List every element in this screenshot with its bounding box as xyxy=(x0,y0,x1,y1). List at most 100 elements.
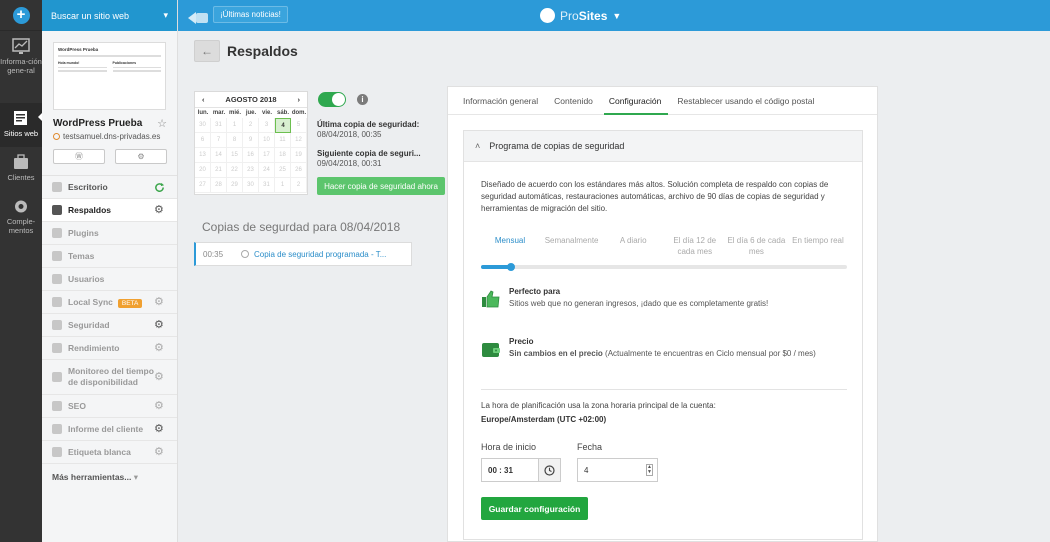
tab-overview[interactable]: Información general xyxy=(463,87,538,114)
calendar-day-selected[interactable]: 4 xyxy=(275,118,291,133)
gear-icon[interactable]: ⚙ xyxy=(154,400,165,412)
sidebar-item-escritorio[interactable]: Escritorio xyxy=(42,176,177,199)
calendar-day[interactable]: 27 xyxy=(195,178,211,193)
add-site-button[interactable]: + xyxy=(0,0,42,31)
sidebar-item-respaldos[interactable]: Respaldos ⚙ xyxy=(42,199,177,222)
rail-item-addons[interactable]: Comple-mentos xyxy=(0,191,42,241)
tab-restore[interactable]: Restablecer usando el código postal xyxy=(677,87,814,114)
calendar-day[interactable]: 20 xyxy=(195,163,211,178)
calendar-day[interactable]: 25 xyxy=(275,163,291,178)
gear-icon[interactable]: ⚙ xyxy=(154,446,165,458)
calendar-day[interactable]: 2 xyxy=(243,118,259,133)
sidebar-item-rendimiento[interactable]: Rendimiento ⚙ xyxy=(42,337,177,360)
refresh-icon[interactable] xyxy=(154,182,165,193)
calendar-day[interactable]: 9 xyxy=(243,133,259,148)
more-tools-label: Más herramientas... xyxy=(52,472,132,482)
calendar-day[interactable]: 19 xyxy=(291,148,307,163)
frequency-slider[interactable] xyxy=(481,263,847,271)
calendar-day[interactable]: 24 xyxy=(259,163,275,178)
users-icon xyxy=(52,274,62,284)
site-url-row[interactable]: testsamuel.dns-privadas.es xyxy=(53,132,177,141)
chevron-right-icon[interactable]: › xyxy=(297,95,300,104)
sidebar-item-monitoreo[interactable]: Monitoreo del tiempo de disponibilidad ⚙ xyxy=(42,360,177,395)
calendar-day[interactable]: 15 xyxy=(227,148,243,163)
calendar-day[interactable]: 5 xyxy=(291,118,307,133)
frequency-option-monthly[interactable]: Mensual xyxy=(481,235,539,257)
calendar-day[interactable]: 30 xyxy=(243,178,259,193)
calendar-day[interactable]: 6 xyxy=(195,133,211,148)
frequency-option-daily[interactable]: A diario xyxy=(604,235,662,257)
calendar-day[interactable]: 12 xyxy=(291,133,307,148)
calendar-day[interactable]: 1 xyxy=(275,178,291,193)
news-label: ¡Últimas noticias! xyxy=(220,10,281,19)
sidebar-item-seguridad[interactable]: Seguridad ⚙ xyxy=(42,314,177,337)
calendar-day[interactable]: 28 xyxy=(211,178,227,193)
backup-list-item[interactable]: 00:35 Copia de seguridad programada - T.… xyxy=(194,242,412,266)
calendar-day[interactable]: 10 xyxy=(259,133,275,148)
info-icon[interactable]: i xyxy=(357,94,368,105)
more-tools-button[interactable]: Más herramientas... ▾ xyxy=(42,464,177,491)
sidebar-item-usuarios[interactable]: Usuarios xyxy=(42,268,177,291)
calendar-day[interactable]: 2 xyxy=(291,178,307,193)
calendar-day[interactable]: 7 xyxy=(211,133,227,148)
tab-settings[interactable]: Configuración xyxy=(603,87,669,115)
calendar-day[interactable]: 31 xyxy=(211,118,227,133)
sidebar-item-local-sync[interactable]: Local Sync BETA ⚙ xyxy=(42,291,177,314)
gear-icon[interactable]: ⚙ xyxy=(154,371,165,383)
gear-icon[interactable]: ⚙ xyxy=(154,423,165,435)
calendar-day[interactable]: 30 xyxy=(195,118,211,133)
sidebar-item-temas[interactable]: Temas xyxy=(42,245,177,268)
site-thumbnail[interactable]: WordPress Prueba Hola mundo! Publicacion… xyxy=(53,42,166,110)
frequency-option-day12[interactable]: El día 12 de cada mes xyxy=(666,235,724,257)
chevron-left-icon[interactable]: ‹ xyxy=(202,95,205,104)
sidebar-item-plugins[interactable]: Plugins xyxy=(42,222,177,245)
slider-handle[interactable] xyxy=(507,263,515,271)
star-icon[interactable]: ☆ xyxy=(157,117,167,130)
rail-item-clients[interactable]: Clientes xyxy=(0,147,42,191)
wp-admin-button[interactable]: Ⓦ xyxy=(53,149,105,164)
gear-icon[interactable]: ⚙ xyxy=(154,342,165,354)
sidebar-item-seo[interactable]: SEO ⚙ xyxy=(42,395,177,418)
calendar-day[interactable]: 8 xyxy=(227,133,243,148)
gear-icon[interactable]: ⚙ xyxy=(154,204,165,216)
save-settings-button[interactable]: Guardar configuración xyxy=(481,497,588,520)
spinner-icon[interactable]: ▲ ▼ xyxy=(646,464,653,476)
calendar-day[interactable]: 26 xyxy=(291,163,307,178)
frequency-option-weekly[interactable]: Semanalmente xyxy=(543,235,601,257)
back-button[interactable]: ← xyxy=(194,40,220,62)
backup-now-button[interactable]: Hacer copia de seguridad ahora xyxy=(317,177,445,195)
section-header[interactable]: ˄ Programa de copias de seguridad xyxy=(464,131,862,162)
sidebar-item-etiqueta[interactable]: Etiqueta blanca ⚙ xyxy=(42,441,177,464)
frequency-option-day6[interactable]: El día 6 de cada mes xyxy=(727,235,785,257)
site-search-dropdown[interactable]: Buscar un sitio web ▾ xyxy=(42,0,177,31)
tab-content[interactable]: Contenido xyxy=(554,87,593,114)
calendar-day[interactable]: 16 xyxy=(243,148,259,163)
rail-item-overview[interactable]: Informa-ción gene-ral xyxy=(0,31,42,103)
frequency-option-realtime[interactable]: En tiempo real xyxy=(789,235,847,257)
site-settings-button[interactable]: ⚙ xyxy=(115,149,167,164)
calendar-day[interactable]: 29 xyxy=(227,178,243,193)
gear-icon[interactable]: ⚙ xyxy=(154,319,165,331)
calendar-day[interactable]: 13 xyxy=(195,148,211,163)
calendar-day[interactable]: 17 xyxy=(259,148,275,163)
gear-icon[interactable]: ⚙ xyxy=(154,296,165,308)
calendar-day[interactable]: 21 xyxy=(211,163,227,178)
date-input[interactable]: 4 ▲ ▼ xyxy=(577,458,658,482)
news-button[interactable]: ¡Últimas noticias! xyxy=(213,6,288,23)
start-time-input[interactable]: 00 : 31 xyxy=(481,458,561,482)
backup-enabled-toggle[interactable] xyxy=(318,92,346,107)
calendar-day[interactable]: 14 xyxy=(211,148,227,163)
calendar-day[interactable]: 23 xyxy=(243,163,259,178)
calendar-day[interactable]: 18 xyxy=(275,148,291,163)
calendar-day[interactable]: 22 xyxy=(227,163,243,178)
clock-icon[interactable] xyxy=(538,459,560,481)
rail-item-label: Comple-mentos xyxy=(6,217,36,235)
calendar-day[interactable]: 31 xyxy=(259,178,275,193)
brand-logo[interactable]: ProSites ▼ xyxy=(540,8,621,23)
calendar-day[interactable]: 1 xyxy=(227,118,243,133)
rail-item-sites[interactable]: Sitios web xyxy=(0,103,43,147)
price-line: Sin cambios en el precio (Actualmente te… xyxy=(509,349,816,358)
sidebar-item-informe[interactable]: Informe del cliente ⚙ xyxy=(42,418,177,441)
calendar-day[interactable]: 11 xyxy=(275,133,291,148)
calendar-day[interactable]: 3 xyxy=(259,118,275,133)
